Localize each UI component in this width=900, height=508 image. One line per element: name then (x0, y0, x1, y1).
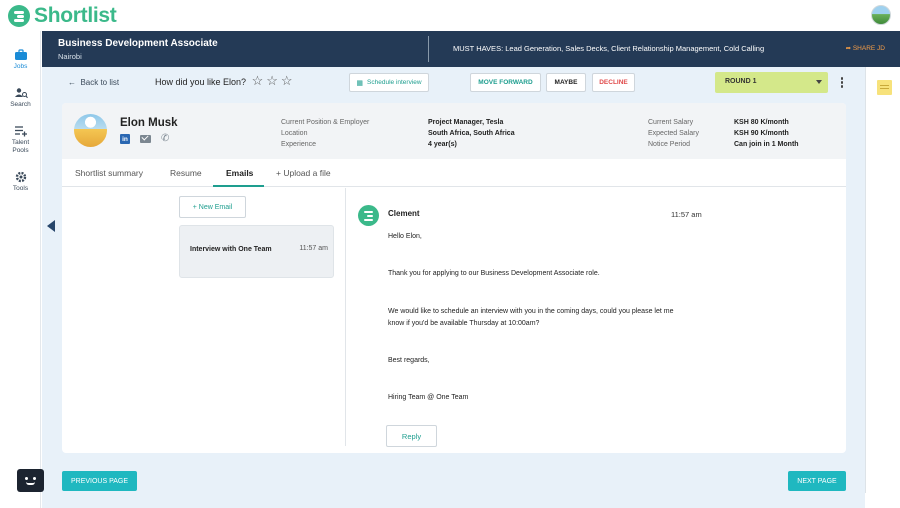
gear-icon (15, 171, 26, 183)
candidate-card: Elon Musk in ✆ Current Position & Employ… (62, 103, 846, 453)
info-labels-left: Current Position & Employer Location Exp… (281, 117, 369, 150)
collapse-list-icon[interactable] (47, 220, 55, 232)
share-jd-label: SHARE JD (852, 45, 885, 52)
sender-name: Clement (388, 209, 420, 218)
list-add-icon (14, 126, 27, 137)
info-values-left: Project Manager, Tesla South Africa, Sou… (428, 117, 515, 150)
email-thread-list: + New Email Interview with One Team 11:5… (62, 188, 345, 446)
rating-question: How did you like Elon? (155, 77, 247, 87)
shortlist-logo[interactable]: Shortlist (8, 4, 117, 28)
calendar-icon: ▦ (356, 79, 364, 87)
briefcase-icon (14, 49, 27, 60)
schedule-label: Schedule interview (367, 79, 422, 86)
tab-shortlist-summary[interactable]: Shortlist summary (75, 168, 143, 178)
job-header: Business Development Associate Nairobi M… (42, 31, 900, 67)
message-paragraph: know if you'd be available Thursday at 1… (388, 320, 540, 327)
email-message: Clement 11:57 am Hello Elon, Thank you f… (346, 188, 846, 448)
thread-subject: Interview with One Team (190, 246, 272, 253)
round-select[interactable]: ROUND 1 (715, 72, 828, 93)
new-email-button[interactable]: + New Email (179, 196, 246, 218)
sidebar-item-jobs[interactable]: Jobs (0, 49, 41, 70)
sidebar-item-talent-pools[interactable]: Talent Pools (0, 125, 41, 155)
contact-icons: in ✆ (120, 134, 171, 144)
action-bar: ← Back to list How did you like Elon? ☆ ☆… (42, 67, 865, 99)
sidebar-item-label: Jobs (13, 63, 28, 70)
info-label: Notice Period (648, 141, 691, 148)
logo-icon (8, 5, 30, 27)
sidebar-item-search[interactable]: Search (0, 87, 41, 108)
round-value: ROUND 1 (725, 78, 757, 85)
candidate-avatar (74, 114, 107, 147)
chat-widget-icon[interactable] (17, 469, 44, 492)
sidebar-item-label: Talent Pools (11, 139, 30, 154)
expected-salary: KSH 90 K/month (734, 130, 789, 137)
message-paragraph: Thank you for applying to our Business D… (388, 270, 600, 277)
must-haves: MUST HAVES: Lead Generation, Sales Decks… (453, 44, 765, 53)
header-divider (428, 36, 429, 62)
reply-button[interactable]: Reply (386, 425, 437, 447)
message-closing: Best regards, (388, 357, 430, 364)
message-greeting: Hello Elon, (388, 233, 422, 240)
info-label: Expected Salary (648, 130, 699, 137)
candidate-name: Elon Musk (120, 117, 178, 129)
phone-icon[interactable]: ✆ (161, 134, 171, 144)
next-page-button[interactable]: NEXT PAGE (788, 471, 846, 491)
tab-upload-file[interactable]: + Upload a file (276, 168, 331, 178)
back-to-list-link[interactable]: ← Back to list (68, 78, 119, 87)
user-avatar[interactable] (871, 5, 891, 25)
info-label: Current Salary (648, 119, 694, 126)
info-labels-right: Current Salary Expected Salary Notice Pe… (648, 117, 699, 150)
left-sidebar: Jobs Search Talent Pools Tools (0, 31, 41, 508)
job-title: Business Development Associate (58, 38, 218, 49)
experience: 4 year(s) (428, 141, 457, 148)
current-position: Project Manager, Tesla (428, 119, 504, 126)
location: South Africa, South Africa (428, 130, 515, 137)
info-label: Experience (281, 141, 317, 148)
sidebar-item-label: Search (10, 101, 31, 108)
sender-avatar (358, 205, 379, 226)
schedule-interview-button[interactable]: ▦ Schedule interview (349, 73, 429, 92)
right-rail (865, 67, 900, 493)
list-item[interactable]: Interview with One Team 11:57 am (179, 225, 334, 278)
sticky-note-icon[interactable] (877, 80, 892, 95)
arrow-left-icon: ← (68, 78, 76, 87)
more-options-icon[interactable] (840, 77, 844, 89)
info-values-right: KSH 80 K/month KSH 90 K/month Can join i… (734, 117, 799, 150)
star-icon[interactable]: ☆ (281, 74, 293, 87)
previous-page-button[interactable]: PREVIOUS PAGE (62, 471, 137, 491)
search-people-icon (14, 88, 28, 99)
share-jd-link[interactable]: ➦ SHARE JD (846, 44, 885, 52)
tab-bar: Shortlist summary Resume Emails + Upload… (62, 159, 846, 187)
message-paragraph: We would like to schedule an interview w… (388, 308, 674, 315)
app-name: Shortlist (34, 4, 117, 27)
sidebar-item-label: Tools (12, 185, 29, 192)
move-forward-button[interactable]: MOVE FORWARD (470, 73, 541, 92)
decline-button[interactable]: DECLINE (592, 73, 635, 92)
back-label: Back to list (80, 78, 120, 87)
rating: How did you like Elon? ☆ ☆ ☆ (155, 74, 293, 87)
job-location: Nairobi (58, 52, 82, 61)
info-label: Current Position & Employer (281, 119, 370, 126)
tab-resume[interactable]: Resume (170, 168, 202, 178)
linkedin-icon[interactable]: in (120, 134, 130, 144)
mail-icon[interactable] (140, 135, 151, 143)
share-icon: ➦ (845, 45, 852, 52)
current-salary: KSH 80 K/month (734, 119, 789, 126)
thread-time: 11:57 am (299, 245, 328, 252)
info-label: Location (281, 130, 308, 137)
maybe-button[interactable]: MAYBE (546, 73, 586, 92)
notice-period: Can join in 1 Month (734, 141, 799, 148)
chevron-down-icon (816, 80, 822, 84)
sidebar-item-tools[interactable]: Tools (0, 171, 41, 192)
top-bar: Shortlist (0, 0, 900, 31)
star-icon[interactable]: ☆ (252, 74, 264, 87)
message-time: 11:57 am (671, 210, 702, 219)
tab-emails[interactable]: Emails (226, 168, 253, 178)
star-icon[interactable]: ☆ (266, 74, 278, 87)
candidate-profile: Elon Musk in ✆ Current Position & Employ… (62, 103, 846, 159)
message-signature: Hiring Team @ One Team (388, 394, 469, 401)
main-content: ← Back to list How did you like Elon? ☆ ☆… (42, 67, 865, 508)
active-tab-indicator (213, 185, 264, 187)
